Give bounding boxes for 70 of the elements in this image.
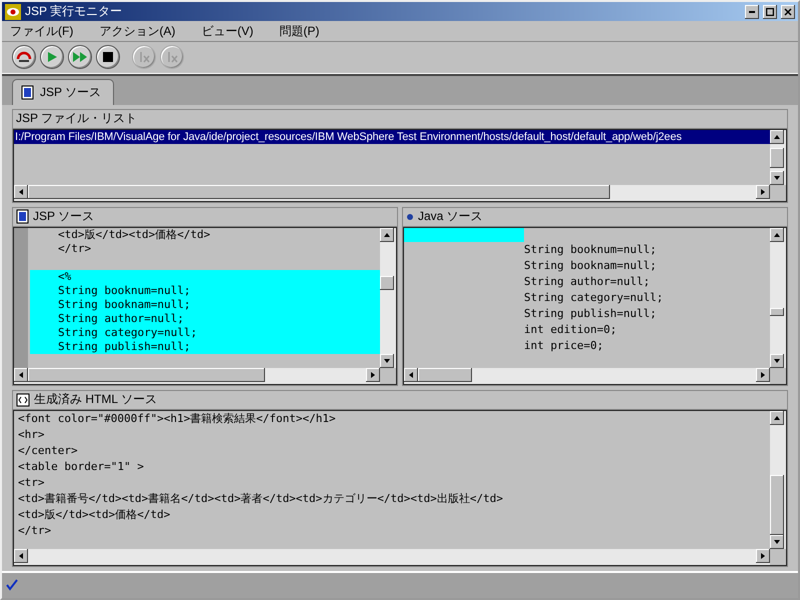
- menu-item[interactable]: ビュー(V): [201, 22, 254, 40]
- toolbar-button[interactable]: [96, 45, 120, 70]
- panel-title: 生成済み HTML ソース: [34, 391, 157, 408]
- fast-forward-icon: [72, 51, 88, 64]
- code-line: String booknum=null;: [523, 242, 658, 258]
- code-line: String category=null;: [523, 290, 664, 306]
- tab[interactable]: JSP ソース: [12, 78, 114, 105]
- code-line: String booknam=null;: [523, 258, 658, 274]
- minimize-button[interactable]: [745, 4, 759, 19]
- code-line: <font color="#0000ff"><h1>書籍検索結果</font></h1>: [17, 410, 337, 427]
- panel-title: JSP ファイル・リスト: [16, 110, 138, 128]
- vertical-scrollbar[interactable]: [770, 228, 786, 368]
- close-button[interactable]: [781, 4, 795, 19]
- code-line: <td>書籍番号</td><td>書籍名</td><td>著者</td><td>カテゴリー</td><td>出版社</td>: [17, 490, 504, 507]
- scrollbar-thumb[interactable]: [380, 276, 394, 290]
- scrollbar-thumb[interactable]: [770, 474, 784, 535]
- panel-title: JSP ソース: [33, 208, 94, 226]
- triangle-icon: [773, 230, 781, 239]
- code-line: </tr>: [57, 242, 92, 256]
- code-line: int price=0;: [523, 338, 604, 354]
- toolbar-button[interactable]: [12, 45, 36, 70]
- menu-item[interactable]: 問題(P): [279, 22, 320, 40]
- maximize-icon: [766, 8, 774, 16]
- code-line: String author=null;: [523, 274, 651, 290]
- scrollbar-thumb[interactable]: [770, 308, 784, 316]
- code-line: </tr>: [17, 522, 52, 539]
- play-icon: [46, 51, 58, 64]
- list-item[interactable]: I:/Program Files/IBM/VisualAge for Java/ide/project_resources/IBM WebSphere Test Environment/hosts/default_host/default_app/web/j2ees: [14, 130, 770, 144]
- triangle-icon: [383, 230, 391, 239]
- vertical-scrollbar[interactable]: [380, 228, 396, 368]
- scrollbar-thumb[interactable]: [28, 368, 265, 382]
- reload-icon: [16, 50, 32, 64]
- app-icon: [5, 4, 21, 20]
- panel-title: Java ソース: [418, 208, 483, 226]
- triangle-icon: [17, 188, 25, 196]
- maximize-button[interactable]: [763, 4, 777, 19]
- code-line: String publish=null;: [523, 306, 658, 322]
- triangle-icon: [17, 370, 25, 379]
- document-icon: [21, 84, 34, 100]
- scrollbar-thumb[interactable]: [770, 148, 784, 168]
- code-line: <table border="1" >: [17, 458, 145, 475]
- code-file-icon: [16, 392, 30, 407]
- minimize-icon: [748, 10, 756, 13]
- scrollbar-thumb[interactable]: [28, 184, 610, 199]
- bullet-icon: [406, 212, 414, 221]
- toolbar-button[interactable]: [68, 45, 92, 70]
- stop-icon: [102, 51, 114, 64]
- document-icon: [16, 209, 29, 224]
- horizontal-scrollbar[interactable]: [404, 368, 770, 384]
- triangle-icon: [407, 370, 415, 379]
- close-icon: [784, 8, 792, 16]
- triangle-icon: [773, 132, 781, 141]
- code-line: <tr>: [17, 474, 46, 491]
- code-line: </center>: [17, 442, 79, 459]
- menu-item[interactable]: アクション(A): [99, 22, 176, 40]
- vertical-scrollbar[interactable]: [770, 410, 786, 549]
- code-line: int edition=0;: [523, 322, 618, 338]
- horizontal-scrollbar[interactable]: [14, 368, 380, 384]
- code-line: <hr>: [17, 426, 46, 443]
- horizontal-scrollbar[interactable]: [14, 184, 770, 201]
- scrollbar-thumb[interactable]: [418, 368, 472, 382]
- window-title: JSP 実行モニター: [25, 3, 124, 20]
- triangle-icon: [773, 414, 781, 422]
- triangle-icon: [17, 552, 25, 560]
- menu-item[interactable]: ファイル(F): [10, 22, 74, 40]
- code-line: <td>版</td><td>価格</td>: [57, 228, 212, 242]
- code-line: <td>版</td><td>価格</td>: [17, 506, 172, 523]
- horizontal-scrollbar[interactable]: [14, 548, 770, 565]
- vertical-scrollbar[interactable]: [770, 130, 786, 185]
- toolbar-button[interactable]: [40, 45, 64, 70]
